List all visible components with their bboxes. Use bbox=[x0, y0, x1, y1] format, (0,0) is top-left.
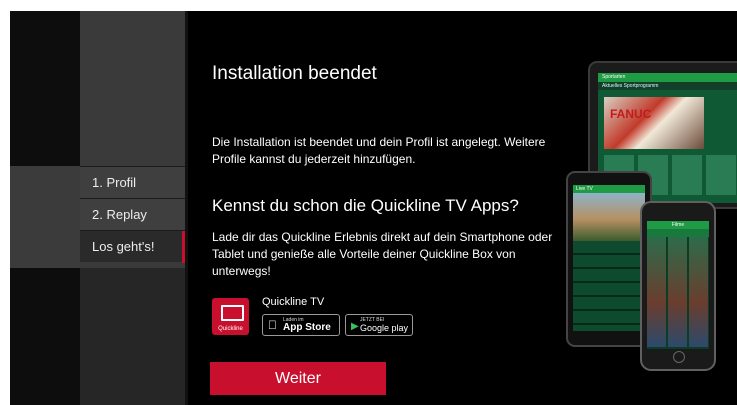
phone-right-tabs bbox=[647, 229, 709, 237]
tablet-hero-image: FANUC bbox=[604, 97, 704, 149]
app-store-label: App Store bbox=[283, 322, 331, 333]
apps-heading: Kennst du schon die Quickline TV Apps? bbox=[212, 196, 519, 215]
google-play-badge[interactable]: ▶ JETZT BEI Google play bbox=[345, 314, 413, 336]
step-profil[interactable]: 1. Profil bbox=[80, 166, 185, 198]
quickline-app-icon: Quickline bbox=[212, 298, 249, 335]
home-button-icon bbox=[673, 351, 685, 363]
app-name: Quickline TV bbox=[262, 296, 325, 308]
step-replay[interactable]: 2. Replay bbox=[80, 198, 185, 230]
phone-left-screen: Live TV bbox=[573, 185, 645, 331]
phone-left-image bbox=[573, 193, 645, 241]
tablet-app-subheader: Aktuelles Sportprogramm bbox=[598, 82, 737, 90]
phone-right-screen: Filme bbox=[647, 221, 709, 349]
phone-left-header: Live TV bbox=[573, 185, 645, 193]
left-column bbox=[10, 11, 80, 405]
phone-right-illustration: Filme bbox=[640, 201, 716, 371]
app-icon-brand: Quickline bbox=[218, 326, 243, 332]
phone-right-grid bbox=[647, 237, 709, 347]
google-play-icon: ▶ bbox=[351, 321, 359, 332]
phone-left-list bbox=[573, 241, 645, 331]
left-column-band bbox=[10, 166, 80, 268]
apple-icon:  bbox=[268, 318, 277, 332]
google-play-label: Google play bbox=[360, 323, 409, 333]
tv-screen-icon bbox=[221, 305, 244, 321]
tablet-app-header: Sportarten bbox=[598, 73, 737, 82]
app-store-badge[interactable]:  Laden im App Store bbox=[262, 314, 340, 336]
apps-description: Lade dir das Quickline Erlebnis direkt a… bbox=[212, 230, 553, 278]
tablet-hero-text: FANUC bbox=[610, 107, 652, 121]
divider bbox=[185, 11, 188, 405]
step-los-gehts[interactable]: Los geht's! bbox=[80, 230, 185, 263]
phone-right-header: Filme bbox=[647, 221, 709, 229]
tv-screen: 1. Profil 2. Replay Los geht's! Installa… bbox=[10, 11, 737, 405]
setup-steps: 1. Profil 2. Replay Los geht's! bbox=[80, 166, 185, 263]
stepper-column-bottom bbox=[80, 268, 185, 405]
weiter-button[interactable]: Weiter bbox=[210, 362, 386, 395]
installation-description: Die Installation ist beendet und dein Pr… bbox=[212, 135, 546, 166]
page-title: Installation beendet bbox=[212, 63, 377, 84]
